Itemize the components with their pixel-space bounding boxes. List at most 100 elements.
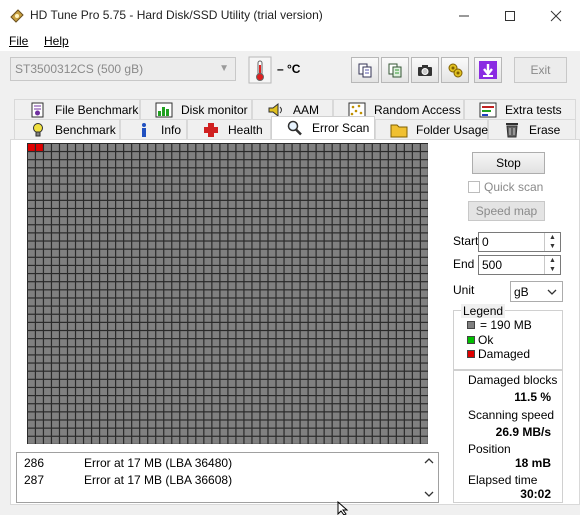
block-cell bbox=[220, 339, 228, 347]
block-cell bbox=[356, 217, 364, 225]
block-cell bbox=[172, 233, 180, 241]
spin-down-icon[interactable]: ▼ bbox=[545, 265, 560, 274]
block-cell bbox=[404, 176, 412, 184]
start-spinner[interactable]: ▲ ▼ bbox=[544, 233, 560, 251]
thermometer-icon[interactable] bbox=[248, 56, 272, 84]
spin-up-icon[interactable]: ▲ bbox=[545, 256, 560, 265]
tab-error-scan[interactable]: Error Scan bbox=[271, 116, 375, 139]
block-cell bbox=[244, 388, 252, 395]
exit-button[interactable]: Exit bbox=[514, 57, 567, 83]
menu-help[interactable]: Help bbox=[44, 34, 69, 48]
block-cell bbox=[44, 274, 51, 282]
block-cell bbox=[68, 152, 75, 160]
spin-down-icon[interactable]: ▼ bbox=[545, 242, 560, 251]
block-cell bbox=[84, 412, 91, 420]
block-cell bbox=[380, 290, 388, 298]
block-cell bbox=[372, 428, 380, 436]
block-cell bbox=[124, 388, 132, 395]
block-cell bbox=[300, 322, 308, 330]
block-cell bbox=[268, 396, 276, 404]
unit-select[interactable]: gB bbox=[510, 281, 563, 302]
block-cell bbox=[212, 168, 220, 176]
end-spinner[interactable]: ▲ ▼ bbox=[544, 256, 560, 274]
block-cell bbox=[100, 257, 107, 265]
block-cell bbox=[372, 371, 380, 379]
tab-health[interactable]: Health bbox=[187, 119, 271, 139]
block-cell bbox=[228, 428, 236, 436]
block-cell bbox=[132, 314, 140, 322]
tab-erase[interactable]: Erase bbox=[488, 119, 576, 139]
block-cell bbox=[156, 298, 164, 306]
block-cell bbox=[100, 404, 107, 412]
block-cell bbox=[404, 322, 412, 330]
maximize-button[interactable] bbox=[487, 0, 533, 31]
start-input[interactable]: 0 ▲ ▼ bbox=[478, 232, 561, 252]
block-cell bbox=[276, 306, 284, 314]
block-cell bbox=[388, 209, 396, 217]
tab-folder-usage[interactable]: Folder Usage bbox=[375, 119, 488, 139]
minimize-button[interactable] bbox=[441, 0, 487, 31]
block-cell bbox=[372, 347, 380, 355]
block-cell bbox=[236, 322, 244, 330]
block-cell bbox=[228, 379, 236, 387]
stop-button[interactable]: Stop bbox=[472, 152, 545, 174]
position-value: 18 mB bbox=[514, 456, 551, 470]
screenshot-button[interactable] bbox=[411, 57, 439, 83]
block-cell bbox=[260, 184, 268, 192]
scroll-down-icon[interactable] bbox=[423, 488, 435, 500]
close-button[interactable] bbox=[533, 0, 579, 31]
block-cell bbox=[148, 160, 156, 168]
block-cell bbox=[324, 339, 332, 347]
block-cell bbox=[404, 249, 412, 257]
quick-scan-checkbox[interactable] bbox=[468, 181, 480, 193]
copy-button[interactable] bbox=[351, 57, 379, 83]
block-cell bbox=[260, 209, 268, 217]
block-cell bbox=[276, 363, 284, 371]
block-cell bbox=[260, 257, 268, 265]
tab-label: AAM bbox=[293, 102, 320, 117]
block-cell bbox=[396, 436, 404, 444]
drive-select[interactable]: ST3500312CS (500 gB) ▼ bbox=[10, 57, 236, 81]
block-cell bbox=[380, 217, 388, 225]
save-button[interactable] bbox=[474, 57, 502, 83]
block-cell bbox=[348, 363, 356, 371]
tab-info[interactable]: Info bbox=[120, 119, 187, 139]
block-cell bbox=[100, 176, 107, 184]
block-cell bbox=[36, 388, 43, 395]
block-cell bbox=[188, 152, 196, 160]
block-cell bbox=[340, 363, 348, 371]
block-cell bbox=[196, 339, 204, 347]
block-cell bbox=[92, 168, 99, 176]
tab-benchmark[interactable]: Benchmark bbox=[14, 119, 120, 139]
tab-extra-tests[interactable]: Extra tests bbox=[464, 99, 576, 119]
block-cell bbox=[196, 371, 204, 379]
block-cell bbox=[76, 331, 83, 339]
block-cell bbox=[36, 298, 43, 306]
block-cell bbox=[404, 192, 412, 200]
block-cell bbox=[420, 371, 428, 379]
block-cell bbox=[148, 176, 156, 184]
block-cell bbox=[292, 322, 300, 330]
block-cell bbox=[164, 241, 172, 249]
speed-map-button[interactable]: Speed map bbox=[468, 201, 545, 221]
block-cell bbox=[36, 322, 43, 330]
options-button[interactable] bbox=[441, 57, 469, 83]
block-cell bbox=[164, 144, 172, 151]
spin-up-icon[interactable]: ▲ bbox=[545, 233, 560, 242]
tab-disk-monitor[interactable]: Disk monitor bbox=[140, 99, 252, 119]
block-cell bbox=[100, 363, 107, 371]
block-cell bbox=[68, 209, 75, 217]
end-input[interactable]: 500 ▲ ▼ bbox=[478, 255, 561, 275]
menu-file[interactable]: File bbox=[9, 34, 28, 48]
block-cell bbox=[404, 225, 412, 233]
tab-label: Health bbox=[228, 122, 263, 137]
copy-all-button[interactable] bbox=[381, 57, 409, 83]
block-cell bbox=[252, 209, 260, 217]
tab-file-benchmark[interactable]: File Benchmark bbox=[14, 99, 140, 119]
block-cell bbox=[140, 209, 148, 217]
scroll-up-icon[interactable] bbox=[423, 455, 435, 467]
block-cell bbox=[236, 152, 244, 160]
block-cell bbox=[292, 388, 300, 395]
block-cell bbox=[52, 233, 59, 241]
block-cell bbox=[76, 298, 83, 306]
